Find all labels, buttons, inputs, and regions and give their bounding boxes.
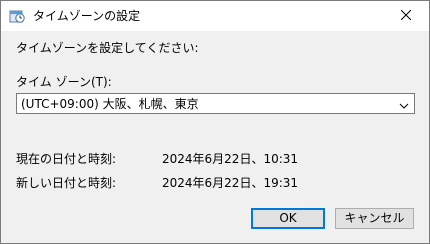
new-datetime-value: 2024年6月22日、19:31 — [162, 176, 299, 190]
current-datetime-value: 2024年6月22日、10:31 — [162, 152, 299, 166]
title-bar[interactable]: タイムゾーンの設定 — [1, 1, 429, 31]
close-button[interactable] — [383, 1, 429, 31]
cancel-button[interactable]: キャンセル — [335, 208, 414, 229]
new-datetime-label: 新しい日付と時刻: — [16, 176, 117, 190]
clock-icon — [9, 8, 25, 24]
ok-button[interactable]: OK — [251, 208, 325, 229]
timezone-selected-value: (UTC+09:00) 大阪、札幌、東京 — [21, 97, 199, 111]
timezone-dialog: タイムゾーンの設定 タイムゾーンを設定してください: タイム ゾーン(T): (… — [0, 0, 430, 244]
current-datetime-label: 現在の日付と時刻: — [16, 152, 117, 166]
chevron-down-icon — [399, 99, 409, 109]
timezone-label: タイム ゾーン(T): — [16, 75, 112, 89]
close-icon — [400, 9, 412, 23]
instruction-text: タイムゾーンを設定してください: — [16, 41, 199, 55]
window-title: タイムゾーンの設定 — [33, 9, 141, 23]
timezone-select[interactable]: (UTC+09:00) 大阪、札幌、東京 — [16, 93, 415, 114]
